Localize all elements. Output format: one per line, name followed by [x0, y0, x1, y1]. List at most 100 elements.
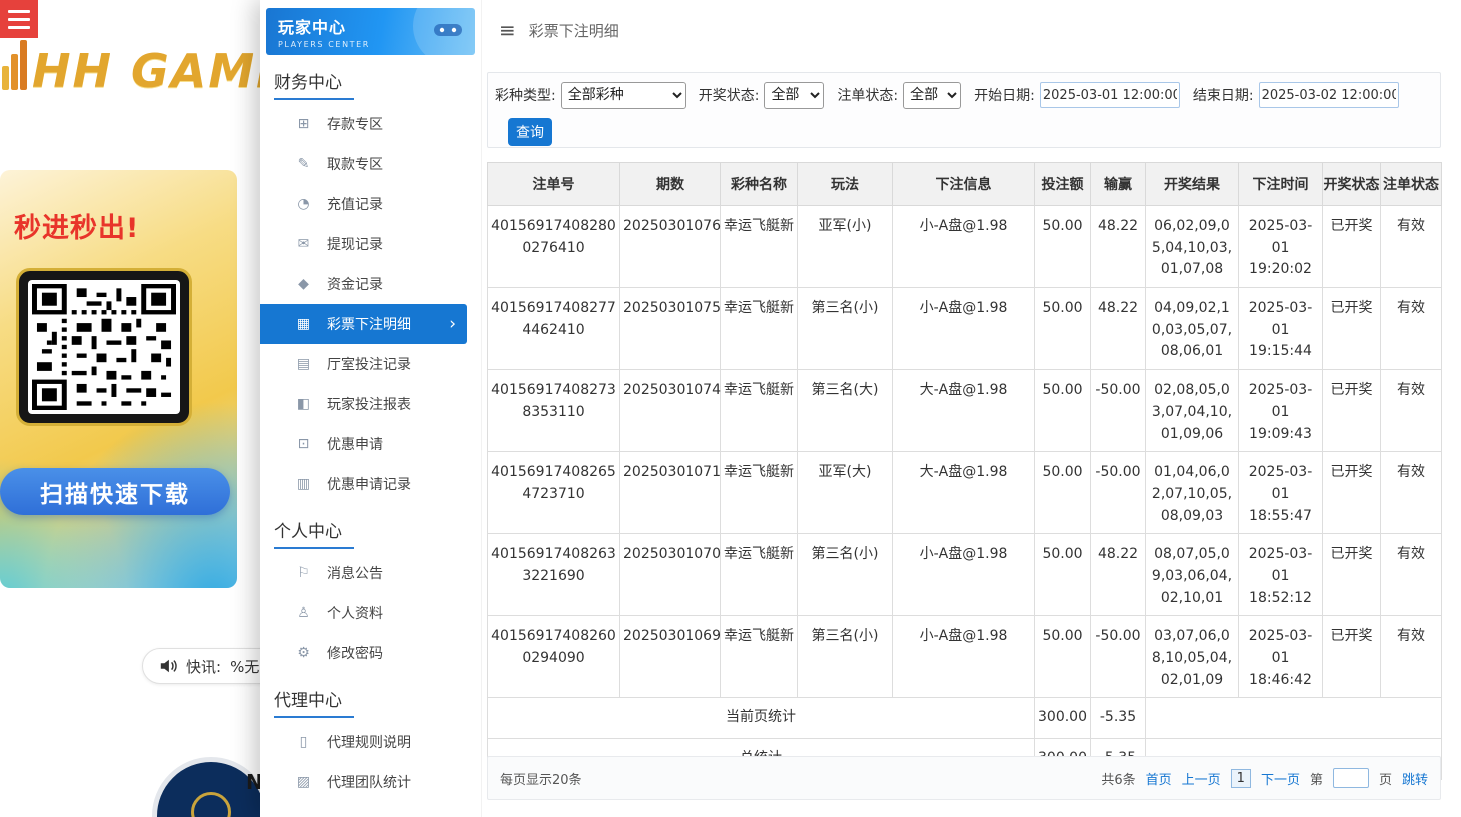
jump-link[interactable]: 跳转 [1402, 769, 1428, 788]
sidebar-item-label: 玩家投注报表 [327, 394, 411, 414]
end-date-label: 结束日期: [1193, 85, 1254, 105]
sidebar-item-label: 提现记录 [327, 234, 383, 254]
page-summary-empty [1146, 698, 1442, 739]
bet-status-select[interactable]: 全部 [903, 82, 961, 109]
promo-apply-icon: ⊡ [295, 436, 312, 452]
col-time: 下注时间 [1239, 163, 1323, 206]
cell-bet_no: 401569174082633221690 [488, 534, 620, 616]
end-date-input[interactable] [1259, 82, 1399, 108]
sidebar-item-withdraw-zone[interactable]: ✎取款专区 [260, 144, 481, 184]
next-page-link[interactable]: 下一页 [1261, 769, 1300, 788]
hamburger-icon[interactable]: ≡ [499, 20, 516, 40]
cell-bet_status: 有效 [1381, 206, 1442, 288]
table-row: 40156917408260029409020250301069幸运飞艇新第三名… [488, 616, 1442, 698]
sidebar-item-label: 厅室投注记录 [327, 354, 411, 374]
cell-bet_no: 401569174082600294090 [488, 616, 620, 698]
cell-amount: 50.00 [1035, 206, 1091, 288]
cell-bet_status: 有效 [1381, 288, 1442, 370]
lottery-type-select[interactable]: 全部彩种 [561, 82, 686, 109]
page-suffix: 页 [1379, 769, 1392, 788]
profile-icon: ♙ [295, 605, 312, 621]
draw-status-label: 开奖状态: [699, 85, 760, 105]
sidebar-item-change-password[interactable]: ⚙ 修改密码 [260, 633, 481, 673]
cell-amount: 50.00 [1035, 534, 1091, 616]
section-title: 代理中心 [274, 686, 342, 718]
cell-winloss: 48.22 [1091, 206, 1146, 288]
sidebar-item-promo-apply[interactable]: ⊡优惠申请 [260, 424, 481, 464]
menu-button[interactable] [0, 0, 38, 38]
col-play: 玩法 [798, 163, 893, 206]
cell-bet_no: 401569174082774462410 [488, 288, 620, 370]
first-page-link[interactable]: 首页 [1146, 769, 1172, 788]
sidebar-item-agent-rules[interactable]: ▯代理规则说明 [260, 722, 481, 762]
player-center-panel: 玩家中心 PLAYERS CENTER 财务中心⊞存款专区✎取款专区◔充值记录✉… [260, 0, 1461, 817]
sidebar-item-label: 充值记录 [327, 194, 383, 214]
sidebar-item-hall-bet-records[interactable]: ▤厅室投注记录 [260, 344, 481, 384]
topbar: ≡ 彩票下注明细 [482, 0, 1461, 60]
sidebar-item-label: 取款专区 [327, 154, 383, 174]
change-password-icon: ⚙ [295, 645, 312, 661]
cell-period: 20250301070 [620, 534, 721, 616]
sidebar-item-deposit-zone[interactable]: ⊞存款专区 [260, 104, 481, 144]
sidebar-item-cashout-records[interactable]: ✉提现记录 [260, 224, 481, 264]
query-button[interactable]: 查询 [508, 118, 552, 146]
sidebar-item-lottery-bet-details[interactable]: ▦彩票下注明细› [260, 304, 467, 344]
cell-result: 06,02,09,05,04,10,03,01,07,08 [1146, 206, 1239, 288]
col-lottery: 彩种名称 [721, 163, 798, 206]
cell-bet_info: 大-A盘@1.98 [893, 452, 1035, 534]
cell-draw_status: 已开奖 [1323, 206, 1381, 288]
draw-status-select[interactable]: 全部 [764, 82, 824, 109]
cell-result: 01,04,06,02,07,10,05,08,09,03 [1146, 452, 1239, 534]
sidebar-item-messages[interactable]: ⚐消息公告 [260, 553, 481, 593]
cell-bet_info: 小-A盘@1.98 [893, 534, 1035, 616]
main-content: ≡ 彩票下注明细 彩种类型: 全部彩种 开奖状态: 全部 注单状态: 全部 开始… [482, 0, 1461, 817]
messages-icon: ⚐ [295, 565, 312, 581]
cell-play: 第三名(小) [798, 616, 893, 698]
cell-lottery: 幸运飞艇新 [721, 616, 798, 698]
sidebar-item-label: 修改密码 [327, 643, 383, 663]
cell-bet_no: 401569174082800276410 [488, 206, 620, 288]
cell-lottery: 幸运飞艇新 [721, 452, 798, 534]
banner-slogan: 秒进秒出! [14, 206, 139, 245]
sidebar-item-recharge-records[interactable]: ◔充值记录 [260, 184, 481, 224]
start-date-input[interactable] [1040, 82, 1180, 108]
qr-code [16, 268, 192, 426]
cell-result: 08,07,05,09,03,06,04,02,10,01 [1146, 534, 1239, 616]
bet-details-table: 注单号 期数 彩种名称 玩法 下注信息 投注额 输赢 开奖结果 下注时间 开奖状… [487, 162, 1442, 780]
page-summary-row: 当前页统计 300.00 -5.35 [488, 698, 1442, 739]
cell-play: 第三名(大) [798, 370, 893, 452]
table-row: 40156917408280027641020250301076幸运飞艇新亚军(… [488, 206, 1442, 288]
jump-page-input[interactable] [1333, 768, 1369, 788]
current-page[interactable]: 1 [1231, 769, 1251, 788]
filter-panel: 彩种类型: 全部彩种 开奖状态: 全部 注单状态: 全部 开始日期: 结束日期:… [487, 72, 1441, 148]
promo-banner: 秒进秒出! [0, 170, 237, 588]
menu-icon [8, 10, 30, 13]
brand-bars-icon [2, 40, 29, 94]
sidebar-item-player-bet-report[interactable]: ◧玩家投注报表 [260, 384, 481, 424]
prev-page-link[interactable]: 上一页 [1182, 769, 1221, 788]
start-date-label: 开始日期: [974, 85, 1035, 105]
sidebar-item-profile[interactable]: ♙个人资料 [260, 593, 481, 633]
chevron-right-icon: › [449, 314, 456, 334]
page-title: 彩票下注明细 [529, 20, 619, 41]
cell-lottery: 幸运飞艇新 [721, 370, 798, 452]
sidebar-item-funds-records[interactable]: ◆资金记录 [260, 264, 481, 304]
sidebar-item-promo-apply-records[interactable]: ▥优惠申请记录 [260, 464, 481, 504]
cell-draw_status: 已开奖 [1323, 616, 1381, 698]
sidebar-item-label: 存款专区 [327, 114, 383, 134]
cell-result: 04,09,02,10,03,05,07,08,06,01 [1146, 288, 1239, 370]
col-bet-status: 注单状态 [1381, 163, 1442, 206]
cell-winloss: -50.00 [1091, 370, 1146, 452]
sidebar-item-agent-team-stats[interactable]: ▨代理团队统计 [260, 762, 481, 802]
sidebar-item-label: 代理规则说明 [327, 732, 411, 752]
cell-lottery: 幸运飞艇新 [721, 206, 798, 288]
table-body: 40156917408280027641020250301076幸运飞艇新亚军(… [488, 206, 1442, 698]
page-prefix: 第 [1310, 769, 1323, 788]
sidebar-item-label: 彩票下注明细 [327, 314, 411, 334]
cell-lottery: 幸运飞艇新 [721, 534, 798, 616]
cell-bet_info: 大-A盘@1.98 [893, 370, 1035, 452]
cell-time: 2025-03-01 18:55:47 [1239, 452, 1323, 534]
section-title: 财务中心 [274, 68, 342, 100]
cell-amount: 50.00 [1035, 452, 1091, 534]
download-button[interactable]: 扫描快速下载 [0, 468, 230, 515]
